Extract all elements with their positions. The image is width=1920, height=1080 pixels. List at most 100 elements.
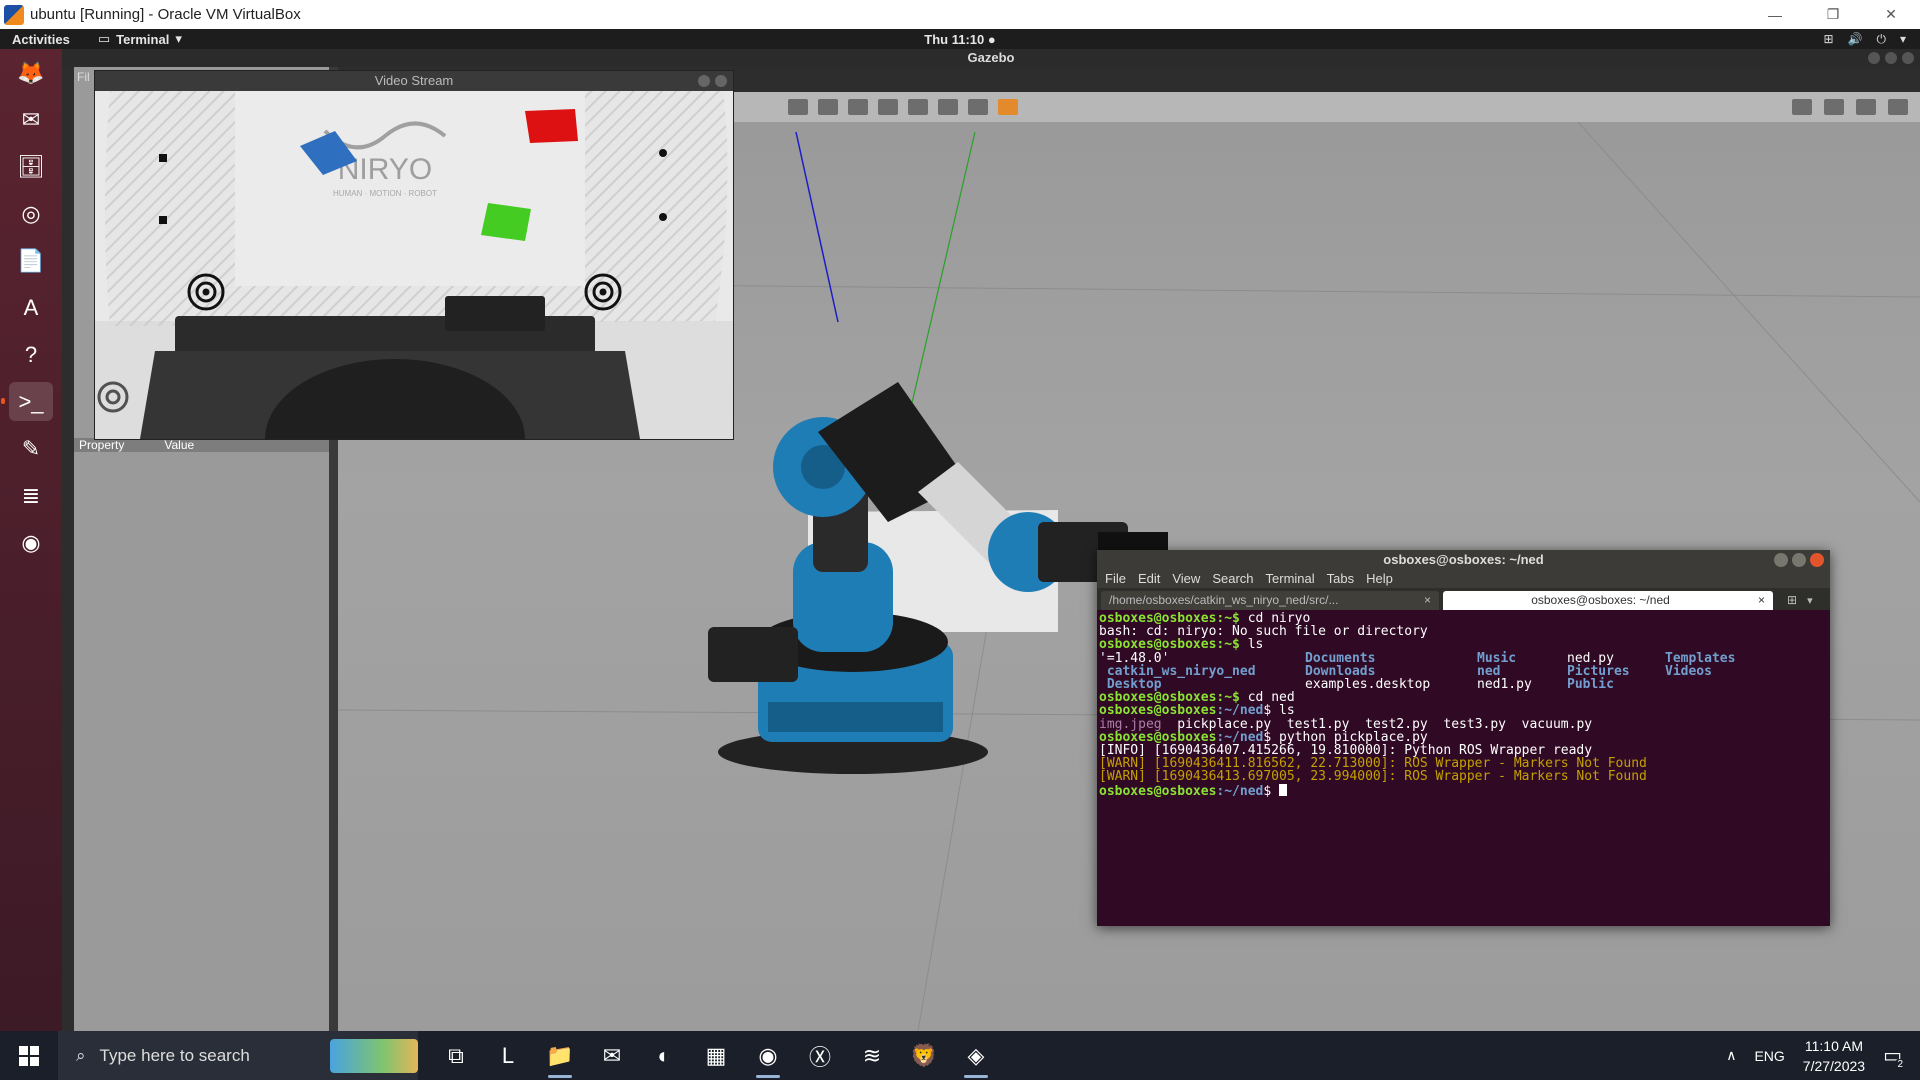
- help-icon[interactable]: ?: [9, 335, 53, 374]
- search-placeholder: Type here to search: [99, 1045, 250, 1065]
- snap-icon[interactable]: [968, 99, 988, 115]
- terminal-window[interactable]: osboxes@osboxes: ~/ned File Edit View Se…: [1097, 550, 1830, 926]
- network-icon[interactable]: ⊞: [1823, 32, 1833, 47]
- plot-icon[interactable]: [1856, 99, 1876, 115]
- files-icon[interactable]: 🗄: [9, 147, 53, 186]
- menu-terminal[interactable]: Terminal: [1266, 570, 1315, 588]
- thunderbird-icon[interactable]: ✉: [9, 100, 53, 139]
- search-highlight-image[interactable]: [330, 1039, 418, 1073]
- menu-tabs[interactable]: Tabs: [1327, 570, 1354, 588]
- view-angle-icon[interactable]: [998, 99, 1018, 115]
- spot-light-icon[interactable]: [818, 99, 838, 115]
- video-stream-window[interactable]: Video Stream NIRYO HUMAN · MOTION · ROBO…: [94, 70, 734, 440]
- ubuntu-top-panel: Activities ▭ Terminal ▾ Thu 11:10 ● ⊞ 🔊 …: [0, 29, 1920, 49]
- menu-search[interactable]: Search: [1212, 570, 1253, 588]
- menu-file[interactable]: File: [1105, 570, 1126, 588]
- terminal-output[interactable]: osboxes@osboxes:~$ cd niryo bash: cd: nir…: [1097, 610, 1830, 926]
- sublime-icon[interactable]: ≣: [9, 476, 53, 515]
- terminal-tab-catkin[interactable]: /home/osboxes/catkin_ws_niryo_ned/src/..…: [1101, 590, 1439, 610]
- windows-system-tray: ∧ ENG 11:10 AM 7/27/2023 ▭ 2: [1726, 1031, 1920, 1080]
- store-icon[interactable]: ▦: [690, 1031, 742, 1080]
- paste-icon[interactable]: [908, 99, 928, 115]
- minimize-button[interactable]: —: [1746, 0, 1804, 29]
- system-tray[interactable]: ⊞ 🔊 ⏻ ▾: [1823, 32, 1906, 47]
- rhythmbox-icon[interactable]: ◎: [9, 194, 53, 233]
- firefox-icon[interactable]: 🦊: [9, 53, 53, 92]
- mail-icon[interactable]: ✉: [586, 1031, 638, 1080]
- terminal-titlebar[interactable]: osboxes@osboxes: ~/ned: [1097, 550, 1830, 570]
- screenshot-icon[interactable]: [1792, 99, 1812, 115]
- terminal-tab-ned[interactable]: osboxes@osboxes: ~/ned ×: [1443, 590, 1773, 610]
- light-icon[interactable]: [788, 99, 808, 115]
- close-button[interactable]: ✕: [1862, 0, 1920, 29]
- video-stream-titlebar[interactable]: Video Stream: [95, 71, 733, 91]
- chevron-down-icon[interactable]: ▾: [1900, 32, 1906, 47]
- terminal-line: osboxes@osboxes:~/ned$: [1099, 783, 1828, 798]
- volume-icon[interactable]: 🔊: [1848, 32, 1863, 47]
- app-menu-terminal[interactable]: ▭ Terminal ▾: [98, 31, 182, 47]
- record-video-icon[interactable]: [1888, 99, 1908, 115]
- gazebo-maximize-button[interactable]: [1885, 52, 1897, 64]
- menu-help[interactable]: Help: [1366, 570, 1393, 588]
- menu-view[interactable]: View: [1172, 570, 1200, 588]
- tab-label: osboxes@osboxes: ~/ned: [1531, 593, 1670, 607]
- terminal-cursor: [1279, 783, 1288, 796]
- taskbar-apps: ⧉ L 📁 ✉ ◐ ▦ ◉ Ⓧ ≋ 🦁 ◈: [430, 1031, 1002, 1080]
- terminal-small-icon: ▭: [97, 31, 111, 46]
- terminal-line-warn: [WARN] [1690436413.697005, 23.994000]: R…: [1099, 769, 1647, 785]
- gazebo-minimize-button[interactable]: [1868, 52, 1880, 64]
- tab-close-icon[interactable]: ×: [1424, 593, 1431, 607]
- align-icon[interactable]: [938, 99, 958, 115]
- software-center-icon[interactable]: A: [9, 288, 53, 327]
- taskbar-search-box[interactable]: ⌕ Type here to search: [58, 1031, 418, 1080]
- file-explorer-icon[interactable]: 📁: [534, 1031, 586, 1080]
- chevron-up-icon[interactable]: ∧: [1726, 1047, 1736, 1064]
- panel-clock[interactable]: Thu 11:10 ●: [924, 32, 995, 47]
- tab-close-icon[interactable]: ×: [1758, 593, 1765, 607]
- restore-button[interactable]: ❐: [1804, 0, 1862, 29]
- tab-label: /home/osboxes/catkin_ws_niryo_ned/src/..…: [1109, 593, 1339, 607]
- start-button[interactable]: [0, 1031, 58, 1080]
- log-icon[interactable]: [1824, 99, 1844, 115]
- terminal-close-button[interactable]: [1810, 553, 1824, 567]
- gazebo-file-menu[interactable]: Fil: [77, 70, 90, 84]
- video-stream-title: Video Stream: [374, 73, 454, 88]
- tab-list-chevron-icon[interactable]: ▾: [1807, 594, 1813, 607]
- notifications-icon[interactable]: ▭ 2: [1883, 1043, 1906, 1070]
- ls-output-row: catkin_ws_niryo_ned Downloads ned Pictures V…: [1099, 663, 1712, 679]
- menu-edit[interactable]: Edit: [1138, 570, 1160, 588]
- edge-icon[interactable]: ◐: [638, 1031, 690, 1080]
- video-stream-close-button[interactable]: [715, 75, 727, 87]
- text-editor-icon[interactable]: ✎: [9, 429, 53, 468]
- gazebo-icon[interactable]: ◉: [9, 523, 53, 562]
- copy-icon[interactable]: [878, 99, 898, 115]
- directional-light-icon[interactable]: [848, 99, 868, 115]
- l-app-icon[interactable]: L: [482, 1031, 534, 1080]
- taskbar-clock[interactable]: 11:10 AM 7/27/2023: [1803, 1036, 1865, 1076]
- app-menu-label: Terminal: [116, 31, 170, 47]
- task-view-icon[interactable]: ⧉: [430, 1031, 482, 1080]
- chrome-icon[interactable]: ◉: [742, 1031, 794, 1080]
- spotify-icon[interactable]: ≋: [846, 1031, 898, 1080]
- terminal-line: osboxes@osboxes:~$ ls: [1099, 637, 1264, 653]
- libreoffice-writer-icon[interactable]: 📄: [9, 241, 53, 280]
- taskbar-date: 7/27/2023: [1802, 1057, 1866, 1074]
- property-table-header: Property Value: [74, 438, 329, 452]
- terminal-icon[interactable]: >_: [1, 382, 53, 421]
- power-icon[interactable]: ⏻: [1876, 32, 1886, 47]
- chevron-down-icon: ▾: [175, 31, 182, 46]
- activities-button[interactable]: Activities: [12, 32, 70, 47]
- xbox-icon[interactable]: Ⓧ: [794, 1031, 846, 1080]
- windows-taskbar: ⌕ Type here to search ⧉ L 📁 ✉ ◐ ▦ ◉ Ⓧ ≋ 🦁 ◈ ∧ ENG …: [0, 1031, 1920, 1080]
- language-indicator[interactable]: ENG: [1754, 1048, 1784, 1064]
- virtualbox-icon[interactable]: ◈: [950, 1031, 1002, 1080]
- new-tab-icon[interactable]: ⊞: [1787, 593, 1797, 607]
- gazebo-close-button[interactable]: [1902, 52, 1914, 64]
- terminal-maximize-button[interactable]: [1792, 553, 1806, 567]
- brave-icon[interactable]: 🦁: [898, 1031, 950, 1080]
- green-cube: [481, 203, 531, 241]
- property-column-header: Property: [79, 438, 125, 452]
- terminal-minimize-button[interactable]: [1774, 553, 1788, 567]
- ubuntu-launcher: 🦊 ✉ 🗄 ◎ 📄 A? >_ ✎ ≣ ◉: [0, 49, 62, 1031]
- video-stream-minimize-button[interactable]: [698, 75, 710, 87]
